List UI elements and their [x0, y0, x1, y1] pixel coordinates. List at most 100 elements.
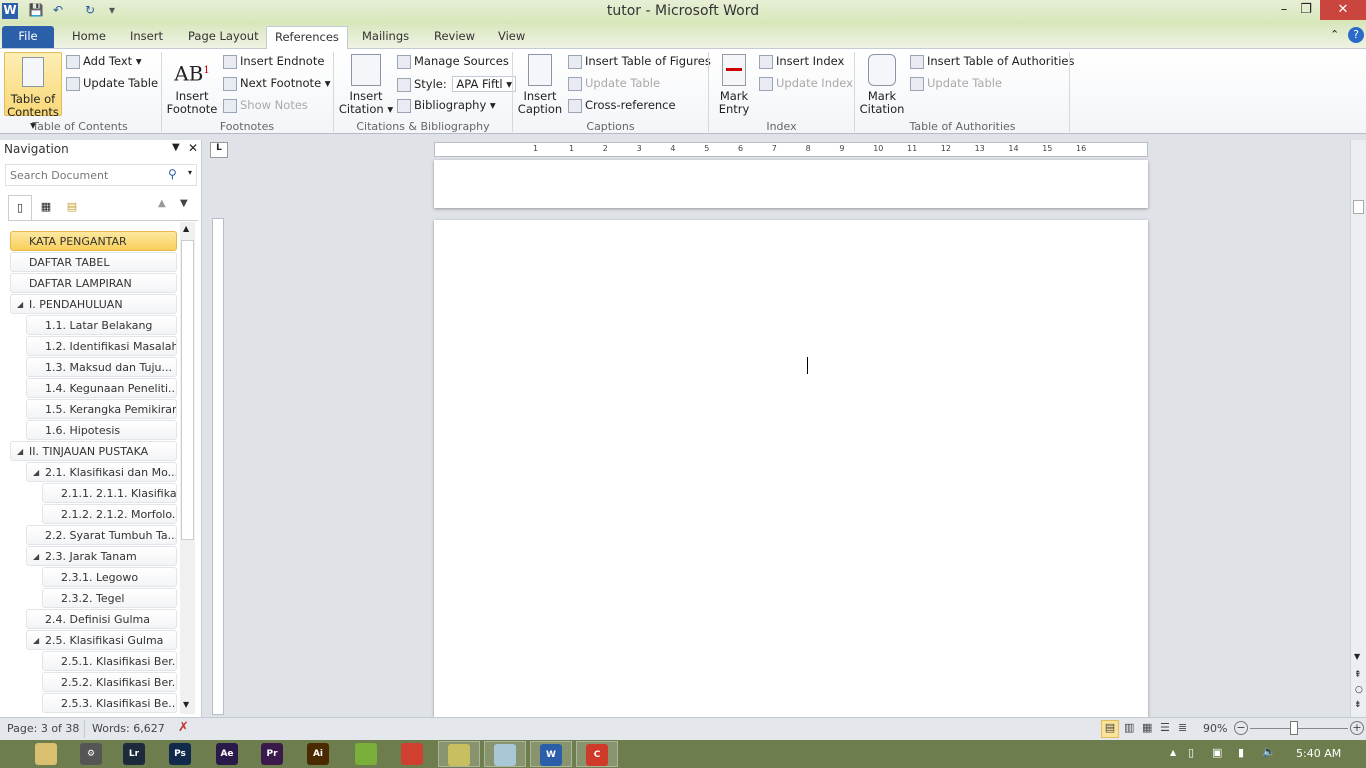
document-page[interactable]: [434, 220, 1148, 717]
proofing-error-icon[interactable]: ✗: [178, 720, 189, 735]
tab-mailings[interactable]: Mailings: [354, 26, 417, 48]
update-table-button[interactable]: Update Table: [66, 76, 158, 91]
draft-icon[interactable]: ≣: [1178, 721, 1187, 734]
taskbar-app-button[interactable]: ⚙: [71, 741, 113, 767]
close-button[interactable]: ✕: [1320, 0, 1366, 20]
tab-view[interactable]: View: [490, 26, 533, 48]
tab-page-layout[interactable]: Page Layout: [180, 26, 267, 48]
taskbar-app-button[interactable]: [438, 741, 480, 767]
previous-heading-icon[interactable]: ▲: [158, 198, 166, 209]
tab-home[interactable]: Home: [64, 26, 114, 48]
outline-icon[interactable]: ☰: [1160, 721, 1170, 734]
scroll-down-icon[interactable]: ▼: [1354, 652, 1360, 661]
nav-heading-item[interactable]: 2.3.2. Tegel: [42, 588, 177, 608]
network-icon[interactable]: ▮: [1238, 746, 1244, 759]
insert-endnote-button[interactable]: Insert Endnote: [223, 54, 324, 69]
select-browse-object-icon[interactable]: ○: [1355, 685, 1363, 695]
tab-selector[interactable]: L: [210, 142, 228, 158]
taskbar-app-button[interactable]: Ps: [160, 741, 202, 767]
nav-heading-item[interactable]: KATA PENGANTAR: [10, 231, 177, 251]
nav-heading-item[interactable]: 2.5.3. Klasifikasi Be...: [42, 693, 177, 713]
nav-heading-item[interactable]: 2.1.2. 2.1.2. Morfolo...: [42, 504, 177, 524]
close-pane-icon[interactable]: ✕: [188, 141, 198, 155]
nav-heading-item[interactable]: DAFTAR LAMPIRAN: [10, 273, 177, 293]
page-count[interactable]: Page: 3 of 38: [7, 722, 79, 735]
search-options-icon[interactable]: ▾: [188, 168, 192, 177]
collapse-triangle-icon[interactable]: ◢: [17, 295, 23, 313]
show-notes-button[interactable]: Show Notes: [223, 98, 308, 113]
cross-reference-button[interactable]: Cross-reference: [568, 98, 676, 113]
nav-heading-item[interactable]: DAFTAR TABEL: [10, 252, 177, 272]
style-dropdown[interactable]: APA Fiftl ▾: [452, 76, 516, 92]
clock[interactable]: 5:40 AM: [1296, 747, 1341, 760]
previous-page-icon[interactable]: ⇞: [1354, 670, 1362, 680]
collapse-triangle-icon[interactable]: ◢: [33, 547, 39, 565]
scrollbar-thumb[interactable]: [181, 240, 194, 540]
nav-heading-item[interactable]: 2.3.1. Legowo: [42, 567, 177, 587]
minimize-ribbon-icon[interactable]: ⌃: [1330, 28, 1339, 41]
nav-heading-item[interactable]: 2.5.1. Klasifikasi Ber...: [42, 651, 177, 671]
scrollbar-thumb[interactable]: [1353, 200, 1364, 214]
nav-heading-item[interactable]: 2.1.1. 2.1.1. Klasifika...: [42, 483, 177, 503]
insert-table-of-authorities-button[interactable]: Insert Table of Authorities: [910, 54, 1074, 69]
add-text-button[interactable]: Add Text ▾: [66, 54, 142, 69]
nav-heading-item[interactable]: 2.4. Definisi Gulma: [26, 609, 177, 629]
next-footnote-button[interactable]: Next Footnote ▾: [223, 76, 331, 91]
volume-icon[interactable]: 🔈: [1262, 745, 1276, 758]
nav-heading-item[interactable]: 2.2. Syarat Tumbuh Ta...: [26, 525, 177, 545]
tab-file[interactable]: File: [2, 26, 54, 48]
tab-results[interactable]: ▤: [60, 195, 84, 219]
collapse-triangle-icon[interactable]: ◢: [33, 631, 39, 649]
nav-scrollbar[interactable]: ▲ ▼: [180, 222, 195, 714]
scroll-down-icon[interactable]: ▼: [183, 700, 189, 709]
insert-footnote-button[interactable]: AB1 Insert Footnote: [166, 56, 218, 116]
zoom-out-button[interactable]: −: [1234, 721, 1248, 735]
zoom-level[interactable]: 90%: [1203, 722, 1227, 735]
next-heading-icon[interactable]: ▼: [180, 198, 188, 209]
nav-heading-item[interactable]: 1.4. Kegunaan Peneliti...: [26, 378, 177, 398]
taskbar-app-button[interactable]: Ae: [207, 741, 249, 767]
next-page-icon[interactable]: ⇟: [1354, 700, 1362, 710]
update-table-authorities-button[interactable]: Update Table: [910, 76, 1002, 91]
full-screen-reading-icon[interactable]: ▥: [1124, 721, 1134, 734]
tab-review[interactable]: Review: [426, 26, 483, 48]
taskbar-app-button[interactable]: Ai: [298, 741, 340, 767]
scroll-up-icon[interactable]: ▲: [183, 224, 189, 233]
insert-table-of-figures-button[interactable]: Insert Table of Figures: [568, 54, 711, 69]
insert-citation-button[interactable]: Insert Citation ▾: [338, 54, 394, 116]
taskbar-app-button[interactable]: W: [530, 741, 572, 767]
tab-pages[interactable]: ▦: [34, 195, 58, 219]
show-hidden-icons[interactable]: ▲: [1170, 748, 1176, 757]
nav-heading-item[interactable]: ◢ 2.1. Klasifikasi dan Mo...: [26, 462, 177, 482]
insert-caption-button[interactable]: Insert Caption: [516, 54, 564, 116]
zoom-in-button[interactable]: +: [1350, 721, 1364, 735]
restore-button[interactable]: ❐: [1292, 0, 1320, 20]
nav-heading-item[interactable]: 1.3. Maksud dan Tuju...: [26, 357, 177, 377]
pane-options-icon[interactable]: ▼: [172, 142, 180, 153]
search-icon[interactable]: ⚲: [168, 167, 177, 181]
collapse-triangle-icon[interactable]: ◢: [33, 463, 39, 481]
taskbar-app-button[interactable]: [484, 741, 526, 767]
tab-headings[interactable]: ▯: [8, 195, 32, 220]
nav-heading-item[interactable]: ◢ 2.3. Jarak Tanam: [26, 546, 177, 566]
taskbar-app-button[interactable]: [346, 741, 388, 767]
horizontal-ruler[interactable]: 1 1 2 3 4 5 6 7 8 9 10 11 12 13 14 15 16: [434, 142, 1148, 157]
taskbar-app-button[interactable]: Lr: [114, 741, 156, 767]
bibliography-button[interactable]: Bibliography ▾: [397, 98, 496, 113]
word-count[interactable]: Words: 6,627: [92, 722, 165, 735]
nav-heading-item[interactable]: 1.2. Identifikasi Masalah: [26, 336, 177, 356]
insert-index-button[interactable]: Insert Index: [759, 54, 844, 69]
help-icon[interactable]: ?: [1348, 27, 1364, 43]
mark-citation-button[interactable]: Mark Citation: [858, 54, 906, 116]
nav-heading-item[interactable]: ◢ II. TINJAUAN PUSTAKA: [10, 441, 177, 461]
mark-entry-button[interactable]: Mark Entry: [712, 54, 756, 116]
web-layout-icon[interactable]: ▦: [1142, 721, 1152, 734]
taskbar-app-button[interactable]: Pr: [252, 741, 294, 767]
tab-references[interactable]: References: [266, 26, 348, 49]
taskbar-app-button[interactable]: [392, 741, 434, 767]
document-page-previous[interactable]: [434, 160, 1148, 208]
document-scrollbar[interactable]: ▼ ⇞ ○ ⇟: [1350, 140, 1366, 717]
taskbar-app-button[interactable]: [26, 741, 68, 767]
collapse-triangle-icon[interactable]: ◢: [17, 442, 23, 460]
search-document-input[interactable]: Search Document ⚲ ▾: [5, 164, 197, 186]
